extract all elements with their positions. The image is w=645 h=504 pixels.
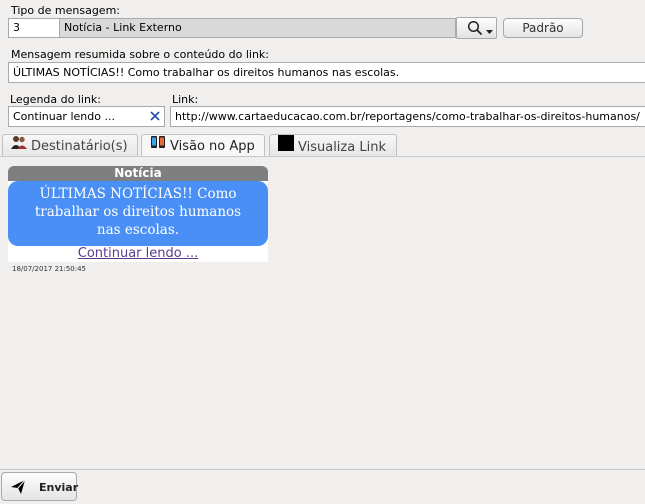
tab-label: Visão no App — [170, 139, 255, 154]
legenda-label: Legenda do link: — [10, 93, 102, 106]
tab-label: Visualiza Link — [298, 140, 386, 155]
enviar-label: Enviar — [39, 481, 79, 494]
send-icon — [10, 479, 26, 498]
padrao-button[interactable]: Padrão — [503, 18, 583, 38]
tab-divider — [0, 156, 645, 157]
search-icon — [467, 20, 483, 39]
tipo-search-button[interactable] — [456, 17, 497, 39]
preview-timestamp: 18/07/2017 21:50:45 — [12, 265, 87, 273]
link-input[interactable]: http://www.cartaeducacao.com.br/reportag… — [170, 106, 645, 127]
tipo-name-display: Notícia - Link Externo — [59, 18, 456, 38]
clear-icon[interactable] — [149, 110, 161, 125]
enviar-button[interactable]: Enviar — [1, 472, 79, 501]
users-icon — [11, 135, 27, 156]
preview-bubble: ÚLTIMAS NOTÍCIAS!! Como trabalhar os dir… — [8, 181, 268, 246]
footer-divider — [0, 469, 645, 470]
tipo-label: Tipo de mensagem: — [11, 4, 120, 17]
resumo-input[interactable]: ÚLTIMAS NOTÍCIAS!! Como trabalhar os dir… — [8, 62, 645, 83]
link-label: Link: — [172, 93, 199, 106]
legenda-input[interactable]: Continuar lendo ... — [8, 106, 165, 127]
tab-label: Destinatário(s) — [31, 139, 128, 154]
chevron-down-icon — [486, 25, 493, 38]
preview-link[interactable]: Continuar lendo ... — [8, 246, 268, 262]
legenda-value: Continuar lendo ... — [13, 110, 115, 123]
tab-visualiza-link[interactable]: Visualiza Link — [269, 134, 397, 156]
tab-visao-no-app[interactable]: Visão no App — [141, 134, 265, 157]
resumo-label: Mensagem resumida sobre o conteúdo do li… — [11, 48, 270, 61]
black-square-icon — [278, 135, 294, 158]
phone-icon — [150, 135, 166, 156]
tipo-code-input[interactable]: 3 — [8, 18, 60, 38]
preview-header: Notícia — [8, 166, 268, 181]
tab-destinatarios[interactable]: Destinatário(s) — [2, 134, 138, 156]
